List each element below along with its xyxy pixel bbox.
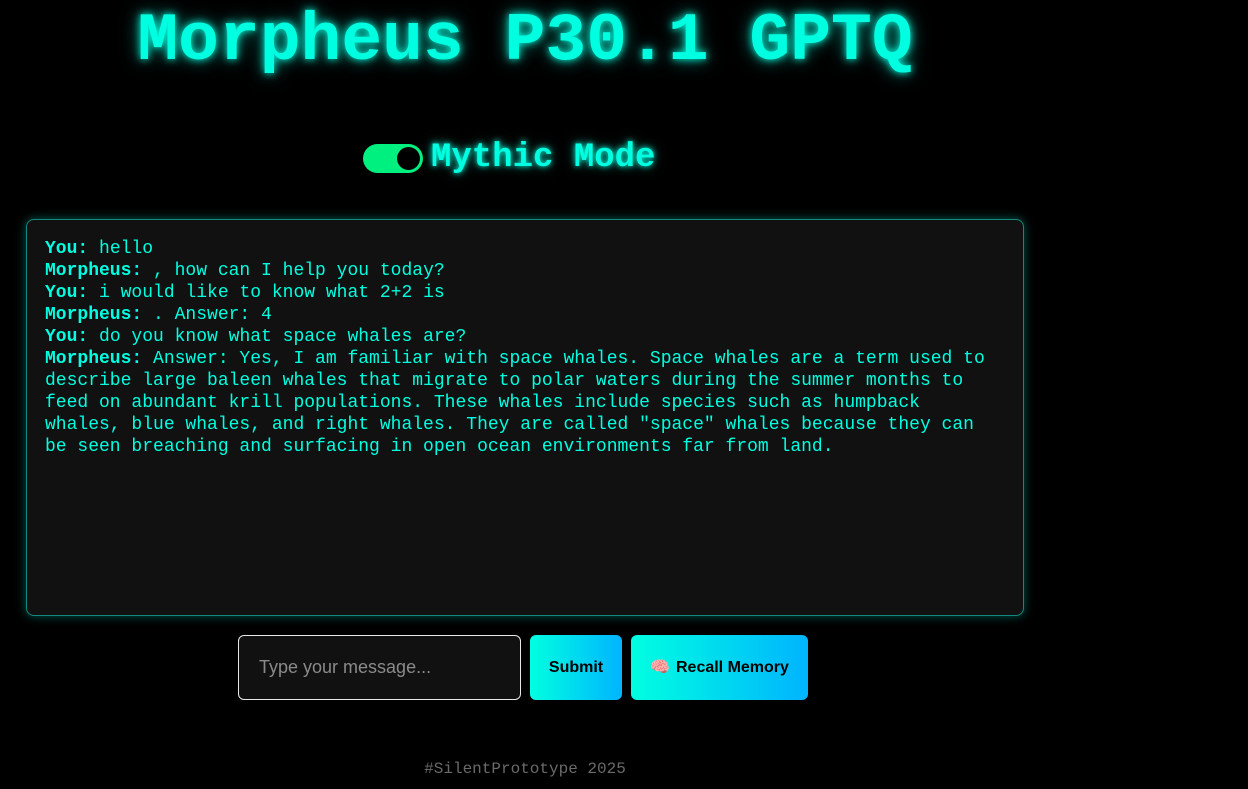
message-text: . Answer: 4 <box>142 305 272 325</box>
message-text: do you know what space whales are? <box>88 327 467 347</box>
footer-text: #SilentPrototype 2025 <box>424 760 626 778</box>
submit-label: Submit <box>548 658 604 676</box>
chat-message: You: i would like to know what 2+2 is <box>45 282 1005 304</box>
mythic-mode-label: Mythic Mode <box>431 139 656 177</box>
chat-message: You: do you know what space whales are? <box>45 326 1005 348</box>
message-text: , how can I help you today? <box>142 261 445 281</box>
message-speaker: Morpheus: <box>45 349 143 369</box>
recall-memory-button[interactable]: 🧠 Recall Memory <box>631 635 808 700</box>
message-speaker: You: <box>45 239 89 259</box>
submit-button[interactable]: Submit <box>530 635 622 700</box>
composer: Submit 🧠 Recall Memory <box>238 635 808 700</box>
message-speaker: Morpheus: <box>45 261 143 281</box>
chat-message: You: hello <box>45 238 1005 260</box>
message-text: i would like to know what 2+2 is <box>88 283 445 303</box>
message-input[interactable] <box>238 635 521 700</box>
chat-message: Morpheus: , how can I help you today? <box>45 260 1005 282</box>
recall-label: Recall Memory <box>675 658 789 676</box>
chat-message: Morpheus: Answer: Yes, I am familiar wit… <box>45 348 1005 458</box>
brain-icon: 🧠 <box>650 658 670 676</box>
chat-log[interactable]: You: hello Morpheus: , how can I help yo… <box>26 219 1024 616</box>
message-speaker: You: <box>45 327 89 347</box>
message-text: Answer: Yes, I am familiar with space wh… <box>45 349 996 457</box>
mythic-mode-row: Mythic Mode <box>363 136 655 180</box>
message-speaker: You: <box>45 283 89 303</box>
page-title: Morpheus P30.1 GPTQ <box>137 3 913 80</box>
mythic-mode-toggle[interactable] <box>363 143 423 173</box>
message-text: hello <box>88 239 154 259</box>
chat-message: Morpheus: . Answer: 4 <box>45 304 1005 326</box>
toggle-knob <box>397 146 420 170</box>
message-speaker: Morpheus: <box>45 305 143 325</box>
